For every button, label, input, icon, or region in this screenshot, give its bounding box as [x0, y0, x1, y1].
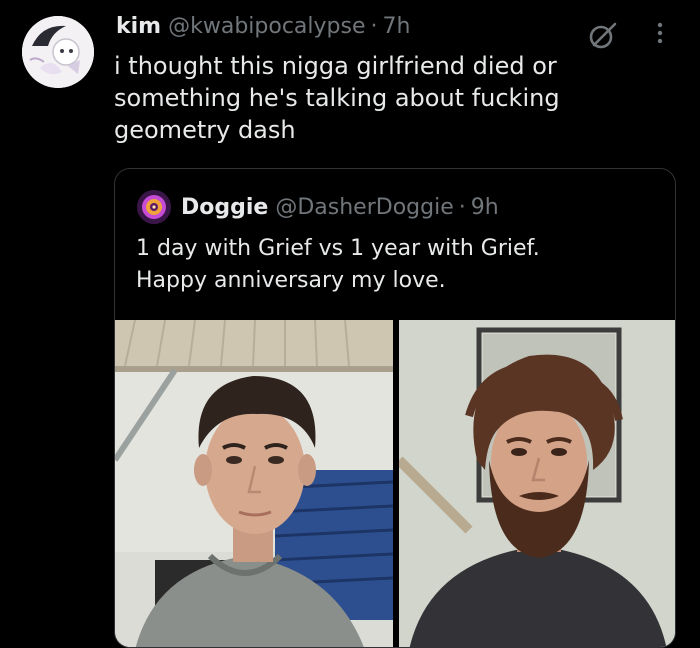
grok-icon[interactable] [588, 20, 618, 50]
photo-year-one[interactable] [399, 320, 675, 647]
author-handle[interactable]: @kwabipocalypse [168, 11, 365, 43]
tweet-header: kim @kwabipocalypse · 7h [116, 11, 410, 43]
quoted-text-line-1: 1 day with Grief vs 1 year with Grief. [136, 236, 540, 261]
quoted-tweet-text: 1 day with Grief vs 1 year with Grief. H… [136, 233, 656, 297]
quoted-text-line-2: Happy anniversary my love. [136, 268, 446, 293]
tweet[interactable]: kim @kwabipocalypse · 7h i thought this … [0, 0, 700, 648]
media-grid [115, 320, 675, 647]
quoted-author-name[interactable]: Doggie [181, 195, 268, 220]
quoted-author-handle[interactable]: @DasherDoggie [275, 195, 453, 220]
quoted-author-avatar[interactable] [137, 190, 171, 224]
tweet-text: i thought this nigga girlfriend died or … [114, 52, 560, 144]
quoted-tweet-timestamp[interactable]: 9h [471, 195, 499, 220]
author-avatar[interactable] [22, 16, 94, 88]
quoted-tweet[interactable]: Doggie @DasherDoggie · 9h 1 day with Gri… [114, 168, 676, 648]
more-options-icon[interactable] [648, 18, 672, 48]
author-name[interactable]: kim [116, 11, 161, 43]
separator-dot: · [370, 14, 378, 39]
quoted-separator-dot: · [458, 194, 466, 220]
photo-day-one[interactable] [115, 320, 393, 647]
tweet-timestamp[interactable]: 7h [383, 11, 411, 43]
quoted-tweet-header: Doggie @DasherDoggie · 9h [181, 191, 499, 223]
